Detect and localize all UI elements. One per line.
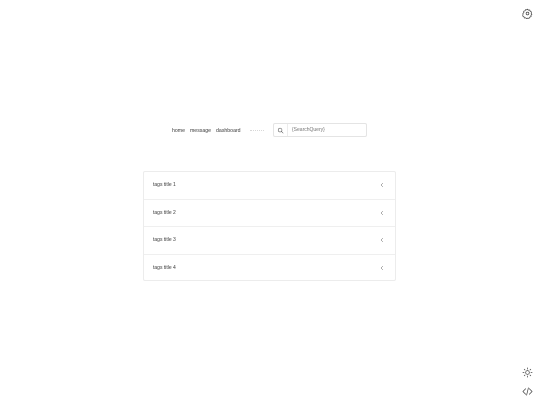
gear-icon [521,8,532,19]
tag-title: tags title 1 [153,182,176,189]
top-navigation-bar: home message dashboard [172,123,368,138]
expand-toggle[interactable] [378,264,386,272]
tag-title: tags title 3 [153,237,176,244]
tag-title: tags title 2 [153,209,176,216]
chevron-left-icon [380,210,383,215]
nav-divider [249,130,264,131]
nav-link-home[interactable]: home [172,128,185,134]
search-input[interactable] [288,125,362,135]
chevron-left-icon [380,266,383,271]
view-source-button[interactable] [520,384,534,398]
expand-toggle[interactable] [378,181,386,189]
code-icon [522,386,532,396]
sun-icon [522,367,532,377]
expand-toggle[interactable] [378,236,386,244]
settings-button[interactable] [520,6,534,20]
tag-row[interactable]: tags title 3 [144,227,395,255]
search-icon [277,127,284,133]
theme-toggle-button[interactable] [520,365,534,379]
tag-row[interactable]: tags title 4 [144,255,395,283]
search-box [273,123,367,137]
page: home message dashboard tags title 1 tags… [0,0,540,405]
chevron-left-icon [380,183,383,188]
tags-list: tags title 1 tags title 2 tags title 3 t… [143,171,396,281]
search-button[interactable] [274,124,288,136]
tag-title: tags title 4 [153,265,176,272]
expand-toggle[interactable] [378,209,386,217]
chevron-left-icon [380,238,383,243]
tag-row[interactable]: tags title 1 [144,172,395,200]
nav-link-dashboard[interactable]: dashboard [216,128,241,134]
nav-link-message[interactable]: message [190,128,211,134]
tag-row[interactable]: tags title 2 [144,200,395,227]
